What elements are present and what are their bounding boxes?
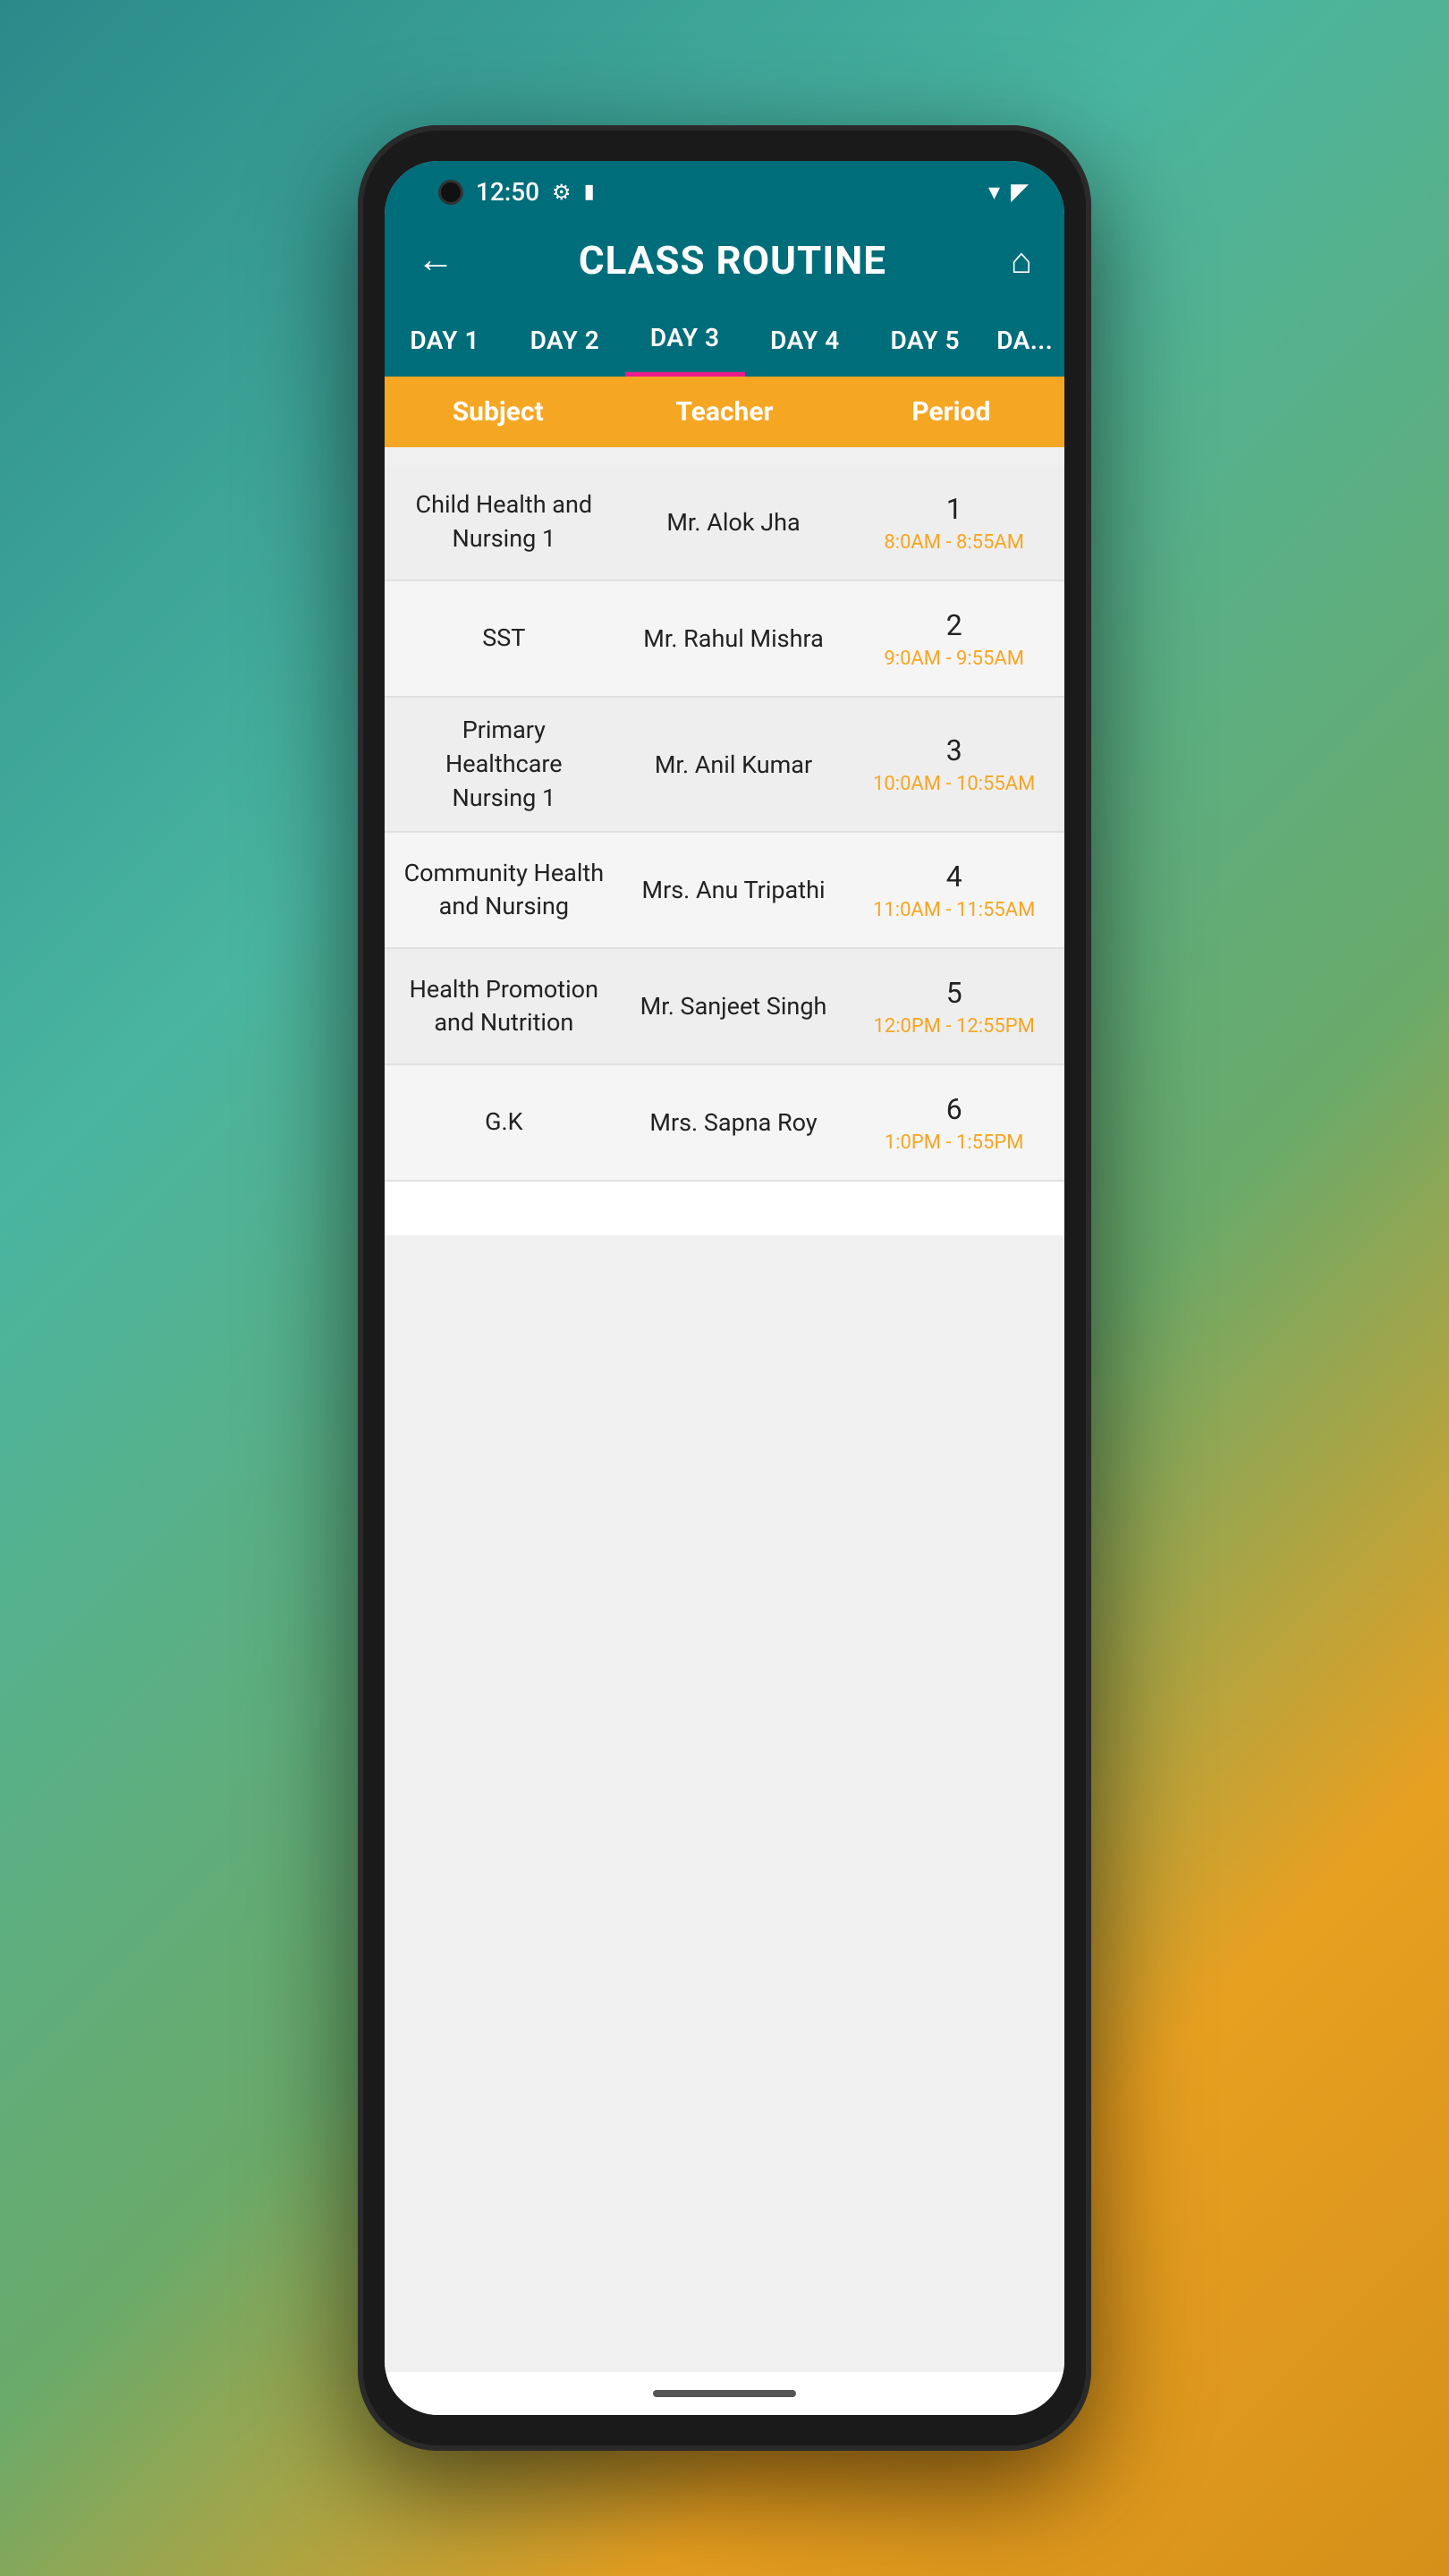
bottom-spacer	[385, 1182, 1064, 1235]
period-cell: 1 8:0AM - 8:55AM	[843, 483, 1064, 563]
subject-cell: Child Health and Nursing 1	[385, 472, 623, 572]
period-time: 10:0AM - 10:55AM	[873, 773, 1035, 795]
status-bar: 12:50 ⚙ ▮ ▾ ◤	[385, 161, 1064, 217]
period-cell: 4 11:0AM - 11:55AM	[843, 851, 1064, 930]
table-row: Primary Healthcare Nursing 1 Mr. Anil Ku…	[385, 698, 1064, 833]
table-row: Community Health and Nursing Mrs. Anu Tr…	[385, 833, 1064, 949]
teacher-cell: Mrs. Sapna Roy	[623, 1092, 844, 1153]
sim-icon: ▮	[584, 181, 595, 203]
teacher-cell: Mr. Alok Jha	[623, 492, 844, 553]
period-number: 5	[946, 976, 962, 1010]
tab-day5[interactable]: DAY 5	[865, 306, 985, 375]
subject-cell: G.K	[385, 1089, 623, 1156]
teacher-cell: Mr. Sanjeet Singh	[623, 976, 844, 1037]
tab-day3[interactable]: DAY 3	[625, 303, 745, 377]
table-row: G.K Mrs. Sapna Roy 6 1:0PM - 1:55PM	[385, 1065, 1064, 1182]
back-button[interactable]: ←	[417, 242, 454, 279]
subject-cell: Health Promotion and Nutrition	[385, 957, 623, 1057]
tab-day6[interactable]: DA...	[985, 306, 1064, 375]
day-tabs: DAY 1 DAY 2 DAY 3 DAY 4 DAY 5 DA...	[385, 303, 1064, 377]
home-button[interactable]: ⌂	[1011, 240, 1032, 282]
camera-icon	[438, 180, 463, 205]
col-header-period: Period	[838, 377, 1064, 447]
signal-icon: ◤	[1011, 179, 1029, 206]
status-time: 12:50	[476, 177, 539, 207]
period-time: 11:0AM - 11:55AM	[873, 899, 1035, 921]
period-number: 4	[946, 860, 962, 894]
phone-frame: 12:50 ⚙ ▮ ▾ ◤ ← CLASS ROUTINE ⌂ DAY 1 DA…	[358, 125, 1091, 2451]
table-row: Child Health and Nursing 1 Mr. Alok Jha …	[385, 465, 1064, 581]
period-number: 6	[946, 1092, 962, 1126]
home-bar	[385, 2372, 1064, 2415]
top-spacer	[385, 447, 1064, 465]
status-right: ▾ ◤	[988, 179, 1029, 206]
phone-screen: 12:50 ⚙ ▮ ▾ ◤ ← CLASS ROUTINE ⌂ DAY 1 DA…	[385, 161, 1064, 2415]
tab-day2[interactable]: DAY 2	[504, 306, 624, 375]
wifi-icon: ▾	[988, 179, 1000, 206]
period-time: 1:0PM - 1:55PM	[885, 1131, 1024, 1154]
table-row: SST Mr. Rahul Mishra 2 9:0AM - 9:55AM	[385, 581, 1064, 698]
subject-cell: Primary Healthcare Nursing 1	[385, 698, 623, 831]
gear-icon: ⚙	[552, 180, 572, 205]
subject-cell: SST	[385, 606, 623, 672]
period-time: 8:0AM - 8:55AM	[884, 531, 1024, 554]
col-header-teacher: Teacher	[611, 377, 837, 447]
period-time: 12:0PM - 12:55PM	[873, 1015, 1034, 1038]
subject-cell: Community Health and Nursing	[385, 841, 623, 941]
page-title: CLASS ROUTINE	[579, 237, 886, 284]
period-time: 9:0AM - 9:55AM	[884, 648, 1024, 670]
period-cell: 2 9:0AM - 9:55AM	[843, 599, 1064, 679]
tab-day4[interactable]: DAY 4	[745, 306, 865, 375]
table-content: Child Health and Nursing 1 Mr. Alok Jha …	[385, 447, 1064, 2372]
teacher-cell: Mr. Anil Kumar	[623, 734, 844, 795]
period-cell: 6 1:0PM - 1:55PM	[843, 1083, 1064, 1163]
period-number: 1	[946, 492, 962, 526]
app-bar: ← CLASS ROUTINE ⌂	[385, 217, 1064, 303]
tab-day1[interactable]: DAY 1	[385, 306, 504, 375]
teacher-cell: Mr. Rahul Mishra	[623, 608, 844, 669]
period-cell: 5 12:0PM - 12:55PM	[843, 967, 1064, 1046]
status-left: 12:50 ⚙ ▮	[438, 177, 595, 207]
period-number: 2	[946, 608, 962, 642]
home-indicator	[653, 2390, 796, 2397]
period-number: 3	[946, 733, 962, 767]
teacher-cell: Mrs. Anu Tripathi	[623, 860, 844, 920]
table-row: Health Promotion and Nutrition Mr. Sanje…	[385, 949, 1064, 1065]
column-headers: Subject Teacher Period	[385, 377, 1064, 447]
period-cell: 3 10:0AM - 10:55AM	[843, 724, 1064, 804]
col-header-subject: Subject	[385, 377, 611, 447]
